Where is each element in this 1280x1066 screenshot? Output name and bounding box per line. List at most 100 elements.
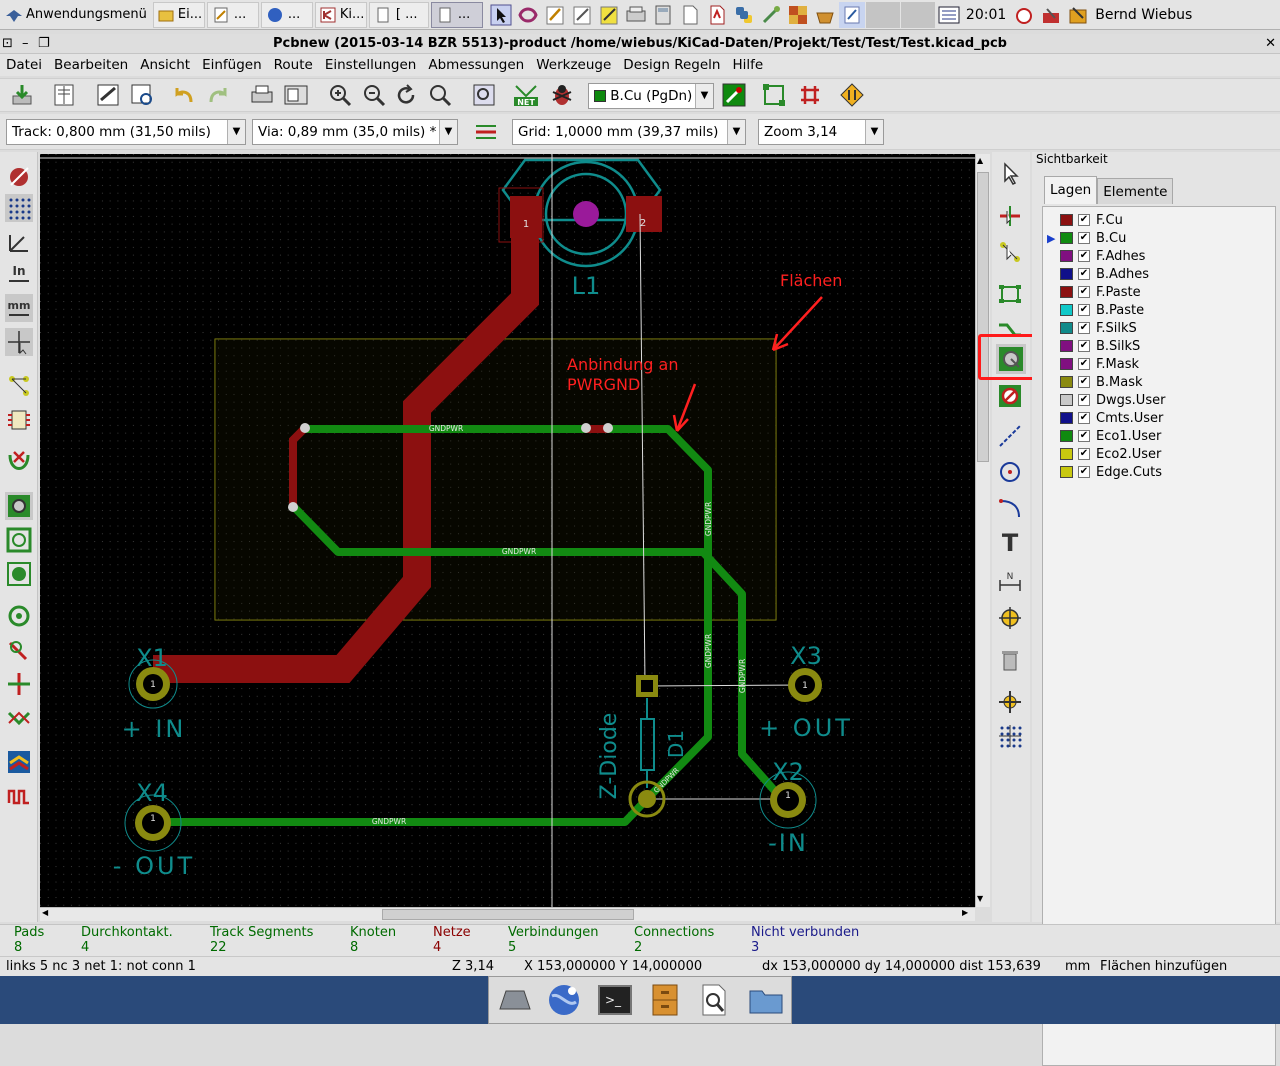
redo-icon[interactable] (204, 81, 232, 109)
layer-visibility-checkbox[interactable]: ✔ (1078, 466, 1090, 478)
menu-werkzeuge[interactable]: Werkzeuge (530, 55, 617, 75)
refresh-icon[interactable] (392, 81, 420, 109)
blank-doc-launcher-icon[interactable] (677, 2, 703, 28)
add-text-icon[interactable]: T (996, 528, 1024, 556)
tab-lagen[interactable]: Lagen (1044, 176, 1098, 204)
menu-einfuegen[interactable]: Einfügen (196, 55, 268, 75)
pdf-launcher-icon[interactable] (704, 2, 730, 28)
workspace-2[interactable] (900, 1, 935, 28)
vertical-scrollbar[interactable]: ▲ ▼ (975, 154, 990, 907)
layer-color-swatch[interactable] (1060, 232, 1073, 244)
game-launcher-icon[interactable] (785, 2, 811, 28)
menu-bearbeiten[interactable]: Bearbeiten (48, 55, 134, 75)
file-cabinet-icon[interactable] (645, 980, 685, 1020)
tools-launcher-icon[interactable] (758, 2, 784, 28)
layer-color-swatch[interactable] (1060, 466, 1073, 478)
track-sketch-icon[interactable] (5, 670, 33, 698)
layer-color-swatch[interactable] (1060, 412, 1073, 424)
layer-row[interactable]: ✔ F.SilkS (1043, 319, 1275, 337)
layer-row[interactable]: ✔ F.Mask (1043, 355, 1275, 373)
file-manager-icon[interactable] (746, 980, 786, 1020)
web-browser-icon[interactable] (544, 980, 584, 1020)
pcb-canvas[interactable]: 1 2 L1 GNDPWR GNDPWR GNDPWR GNDPWR GNDPW… (40, 154, 975, 907)
layer-color-swatch[interactable] (1060, 286, 1073, 298)
layer-color-swatch[interactable] (1060, 322, 1073, 334)
drc-icon[interactable] (548, 81, 576, 109)
layer-row[interactable]: ✔ B.Paste (1043, 301, 1275, 319)
layer-color-swatch[interactable] (1060, 268, 1073, 280)
via-4[interactable] (288, 502, 298, 512)
highlighter-launcher-icon[interactable] (596, 2, 622, 28)
search-files-icon[interactable] (695, 980, 735, 1020)
task-button-4[interactable]: Ki... (314, 1, 367, 28)
undo-icon[interactable] (170, 81, 198, 109)
high-contrast-icon[interactable] (5, 704, 33, 732)
auto-delete-track-icon[interactable] (5, 448, 33, 476)
delete-icon[interactable] (996, 646, 1024, 674)
workspace-1[interactable] (865, 1, 900, 28)
layer-row[interactable]: ▶ ✔ B.Cu (1043, 229, 1275, 247)
module-ratsnest-icon[interactable] (5, 406, 33, 434)
add-footprint-icon[interactable] (996, 280, 1024, 308)
layer-visibility-checkbox[interactable]: ✔ (1078, 322, 1090, 334)
via-size-select[interactable]: Via: 0,89 mm (35,0 mils) * ▼ (252, 119, 458, 145)
layer-color-swatch[interactable] (1060, 214, 1073, 226)
layer-pair-icon[interactable] (720, 81, 748, 109)
layer-visibility-checkbox[interactable]: ✔ (1078, 340, 1090, 352)
task-button-2[interactable]: ... (206, 1, 259, 28)
grid-origin-icon[interactable] (996, 722, 1024, 750)
via-sketch-icon[interactable] (5, 636, 33, 664)
polar-coords-icon[interactable] (5, 228, 33, 256)
task-button-5[interactable]: [ ... (368, 1, 429, 28)
layer-color-swatch[interactable] (1060, 340, 1073, 352)
zone-fill-icon[interactable] (5, 492, 33, 520)
layers-manager-icon[interactable] (5, 748, 33, 776)
layer-visibility-checkbox[interactable]: ✔ (1078, 412, 1090, 424)
close-icon[interactable]: ✕ (1265, 34, 1276, 53)
horizontal-scrollbar[interactable]: ◀ ▶ (40, 907, 975, 921)
select-arrow-icon[interactable] (996, 160, 1024, 188)
notepad-launcher-icon[interactable] (542, 2, 568, 28)
layer-row[interactable]: ✔ B.SilkS (1043, 337, 1275, 355)
layer-row[interactable]: ✔ F.Adhes (1043, 247, 1275, 265)
plot-icon[interactable] (282, 81, 310, 109)
layer-row[interactable]: ✔ Eco1.User (1043, 427, 1275, 445)
task-button-1[interactable]: Ei... (152, 1, 205, 28)
layer-row[interactable]: ✔ Eco2.User (1043, 445, 1275, 463)
menu-route[interactable]: Route (268, 55, 319, 75)
menu-hilfe[interactable]: Hilfe (726, 55, 769, 75)
mm-units-icon[interactable]: mm (5, 294, 33, 322)
zone-outline-icon[interactable] (5, 526, 33, 554)
layer-color-swatch[interactable] (1060, 250, 1073, 262)
track-width-select[interactable]: Track: 0,800 mm (31,50 mils) ▼ (6, 119, 246, 145)
local-ratsnest-icon[interactable] (996, 238, 1024, 266)
menu-einstellungen[interactable]: Einstellungen (319, 55, 423, 75)
layer-color-swatch[interactable] (1060, 304, 1073, 316)
zoom-in-icon[interactable] (326, 81, 354, 109)
layer-visibility-checkbox[interactable]: ✔ (1078, 358, 1090, 370)
vertical-scroll-thumb[interactable] (977, 172, 989, 462)
mode-track-icon[interactable] (796, 81, 824, 109)
layer-row[interactable]: ✔ Edge.Cuts (1043, 463, 1275, 481)
cursor-shape-icon[interactable] (5, 328, 33, 356)
clock[interactable]: 20:01 (962, 7, 1010, 23)
layer-row[interactable]: ✔ F.Paste (1043, 283, 1275, 301)
layer-visibility-checkbox[interactable]: ✔ (1078, 376, 1090, 388)
layer-visibility-checkbox[interactable]: ✔ (1078, 304, 1090, 316)
layer-color-swatch[interactable] (1060, 448, 1073, 460)
print-icon[interactable] (248, 81, 276, 109)
add-target-icon[interactable] (996, 604, 1024, 632)
layer-visibility-checkbox[interactable]: ✔ (1078, 394, 1090, 406)
maximize-icon[interactable]: ❐ (38, 34, 50, 53)
layer-visibility-checkbox[interactable]: ✔ (1078, 448, 1090, 460)
layer-row[interactable]: ✔ B.Mask (1043, 373, 1275, 391)
grid-select[interactable]: Grid: 1,0000 mm (39,37 mils) ▼ (512, 119, 746, 145)
layer-selector[interactable]: B.Cu (PgDn) ▼ (588, 83, 714, 109)
basket-launcher-icon[interactable] (812, 2, 838, 28)
add-line-icon[interactable] (996, 422, 1024, 450)
note-launcher-icon[interactable] (838, 1, 865, 28)
footprint-viewer-icon[interactable] (128, 81, 156, 109)
layer-visibility-checkbox[interactable]: ✔ (1078, 268, 1090, 280)
inch-units-icon[interactable]: In (5, 260, 33, 288)
keyboard-layout-icon[interactable] (936, 2, 962, 28)
